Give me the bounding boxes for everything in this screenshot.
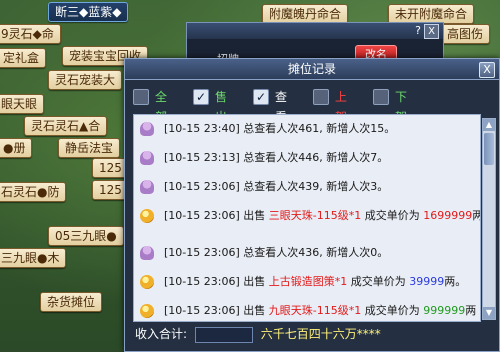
dialog-title: 摊位记录 — [125, 59, 499, 80]
stall-sign[interactable]: 9灵石◆命 — [0, 24, 61, 44]
coin-icon — [140, 304, 154, 318]
checkbox-icon[interactable] — [133, 89, 149, 105]
record-text: [10-15 23:06] 出售 三眼天珠-115级*1 成交单价为 16999… — [164, 206, 480, 226]
record-mid: 成交单价为 — [361, 304, 424, 317]
person-icon — [140, 246, 154, 260]
person-icon — [140, 180, 154, 194]
record-prefix: [10-15 23:06] 出售 — [164, 209, 269, 222]
record-prefix: [10-15 23:06] 出售 — [164, 304, 269, 317]
income-label: 收入合计: — [135, 327, 188, 341]
stall-sign[interactable]: 石灵石●防 — [0, 182, 67, 202]
record-row: [10-15 23:13] 总查看人次446, 新增人次7。 — [134, 148, 480, 168]
stall-sign[interactable]: 断三◆蓝紫◆ — [48, 2, 129, 22]
record-mid: 成交单价为 — [361, 209, 424, 222]
stall-sign[interactable]: 附魔魄丹命合 — [262, 4, 349, 24]
income-box — [194, 326, 253, 343]
stall-sign[interactable]: 高图伤 — [440, 24, 491, 44]
filter-bar: 全部 ✓ 售出 ✓ 查看 上架 下架 — [133, 87, 491, 124]
income-amount: 六千七百四十六万**** — [260, 327, 381, 341]
stall-sign[interactable]: 三九眼●木 — [0, 248, 67, 268]
stall-sign[interactable]: 杂货摊位 — [40, 292, 103, 312]
record-text: [10-15 23:06] 出售 上古锻造图策*1 成交单价为 39999两。 — [164, 272, 466, 292]
person-icon — [140, 151, 154, 165]
checkbox-checked-icon[interactable]: ✓ — [193, 89, 209, 105]
record-row: [10-15 23:06] 出售 上古锻造图策*1 成交单价为 39999两。 — [134, 272, 480, 292]
stall-sign[interactable]: 灵石宠装大 — [48, 70, 123, 90]
checkbox-checked-icon[interactable]: ✓ — [253, 89, 269, 105]
checkbox-icon[interactable] — [313, 89, 329, 105]
record-list: [10-15 23:40] 总查看人次461, 新增人次15。 [10-15 23… — [133, 114, 481, 322]
record-price: 999999 — [423, 304, 466, 317]
close-icon[interactable]: X — [424, 24, 439, 39]
stall-sign[interactable]: 灵石灵石▲合 — [24, 116, 108, 136]
record-item: 九眼天珠-115级*1 — [268, 304, 362, 317]
scroll-up-icon[interactable]: ▲ — [483, 119, 495, 131]
record-item: 三眼天珠-115级*1 — [268, 209, 362, 222]
stall-sign[interactable]: 静岳法宝 — [58, 138, 121, 158]
close-button[interactable]: X — [479, 62, 495, 78]
stall-info-header — [187, 23, 443, 39]
record-scrollbar[interactable]: ▲ ▼ — [482, 118, 496, 320]
record-text: [10-15 23:13] 总查看人次446, 新增人次7。 — [164, 151, 389, 164]
record-row: [10-15 23:06] 总查看人次436, 新增人次0。 — [134, 243, 480, 263]
record-row: [10-15 23:06] 总查看人次439, 新增人次3。 — [134, 177, 480, 197]
record-prefix: [10-15 23:06] 出售 — [164, 275, 269, 288]
stall-sign[interactable]: 未开附魔命合 — [388, 4, 475, 24]
stall-sign[interactable]: 眼天眼 — [0, 94, 45, 114]
record-text: [10-15 23:06] 出售 九眼天珠-115级*1 成交单价为 99999… — [164, 301, 476, 321]
help-icon[interactable]: ? — [415, 24, 421, 37]
stall-sign[interactable]: 定礼盒 — [0, 48, 47, 68]
checkbox-icon[interactable] — [373, 89, 389, 105]
record-price: 39999 — [409, 275, 445, 288]
record-text: [10-15 23:06] 总查看人次439, 新增人次3。 — [164, 180, 389, 193]
coin-icon — [140, 275, 154, 289]
record-price: 1699999 — [423, 209, 473, 222]
person-icon — [140, 122, 154, 136]
scroll-thumb[interactable] — [484, 133, 494, 165]
stall-sign[interactable]: ●册 — [0, 138, 33, 158]
income-total: 收入合计: 六千七百四十六万**** — [135, 325, 381, 343]
record-suffix: 两 — [472, 209, 480, 222]
record-row: [10-15 23:40] 总查看人次461, 新增人次15。 — [134, 119, 480, 139]
record-row: [10-15 23:06] 出售 三眼天珠-115级*1 成交单价为 16999… — [134, 206, 480, 226]
record-item: 上古锻造图策*1 — [268, 275, 348, 288]
scroll-down-icon[interactable]: ▼ — [483, 307, 495, 319]
record-row: [10-15 23:06] 出售 九眼天珠-115级*1 成交单价为 99999… — [134, 301, 480, 321]
record-text: [10-15 23:06] 总查看人次436, 新增人次0。 — [164, 246, 389, 259]
record-suffix: 两。 — [444, 275, 467, 288]
record-suffix: 两 — [465, 304, 477, 317]
record-mid: 成交单价为 — [347, 275, 410, 288]
stall-record-dialog: 摊位记录 X 全部 ✓ 售出 ✓ 查看 上架 下架 [10-15 23:40] … — [124, 58, 500, 352]
record-text: [10-15 23:40] 总查看人次461, 新增人次15。 — [164, 122, 396, 135]
stall-sign[interactable]: 05三九眼● — [48, 226, 124, 246]
coin-icon — [140, 209, 154, 223]
